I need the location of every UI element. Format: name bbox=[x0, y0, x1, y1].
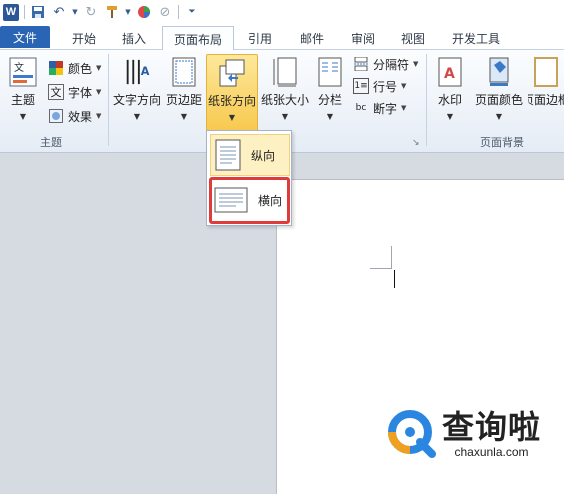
margin-corner-mark bbox=[370, 268, 392, 269]
themes-icon: 文 bbox=[9, 56, 37, 88]
tab-file[interactable]: 文件 bbox=[0, 26, 50, 48]
redo-icon[interactable]: ↻ bbox=[83, 4, 99, 20]
chevron-down-icon: ▼ bbox=[96, 88, 102, 96]
chevron-down-icon: ▼ bbox=[228, 113, 236, 122]
format-painter-icon[interactable] bbox=[104, 4, 120, 20]
ribbon-tabs: 文件 开始 插入 页面布局 引用 邮件 审阅 视图 开发工具 bbox=[0, 24, 564, 51]
margins-button[interactable]: 页边距 ▼ bbox=[164, 54, 204, 121]
page-borders-button[interactable]: 页面边框 bbox=[528, 54, 564, 108]
divider bbox=[178, 5, 179, 19]
hyphenation-button[interactable]: bc 断字 ▼ bbox=[353, 98, 407, 118]
chevron-down-icon: ▼ bbox=[96, 64, 102, 72]
site-watermark: 查询啦 chaxunla.com bbox=[386, 408, 541, 460]
svg-text:A: A bbox=[141, 65, 150, 78]
page-color-button[interactable]: 页面颜色 ▼ bbox=[472, 54, 526, 121]
line-numbers-button[interactable]: 1≡ 行号 ▼ bbox=[353, 76, 406, 96]
quick-access-toolbar: W ↶ ▼ ↻ ▼ ⊘ ⏷ bbox=[0, 0, 564, 24]
tab-mailings[interactable]: 邮件 bbox=[292, 26, 332, 50]
divider bbox=[24, 5, 25, 19]
watermark-icon: A bbox=[436, 56, 464, 88]
theme-colors-button[interactable]: 颜色 ▼ bbox=[48, 58, 101, 78]
chevron-down-icon: ▼ bbox=[401, 82, 407, 90]
text-direction-icon: A bbox=[123, 56, 151, 88]
tab-page-layout[interactable]: 页面布局 bbox=[162, 26, 234, 51]
chevron-down-icon: ▼ bbox=[446, 112, 454, 121]
undo-dropdown-icon[interactable]: ▼ bbox=[72, 4, 78, 20]
page-borders-icon bbox=[532, 56, 560, 88]
margin-corner-mark bbox=[391, 246, 392, 268]
chevron-down-icon: ▼ bbox=[326, 112, 334, 121]
group-divider bbox=[108, 54, 109, 146]
page-size-icon bbox=[271, 56, 299, 88]
customize-icon[interactable]: ⏷ bbox=[184, 4, 200, 20]
tab-view[interactable]: 视图 bbox=[393, 26, 433, 50]
group-label-page-background: 页面背景 bbox=[480, 136, 524, 149]
chevron-down-icon: ▼ bbox=[281, 112, 289, 121]
group-label-themes: 主题 bbox=[40, 136, 62, 149]
chevron-down-icon: ▼ bbox=[96, 112, 102, 120]
theme-fonts-button[interactable]: 文 字体 ▼ bbox=[48, 82, 101, 102]
format-painter-dropdown-icon[interactable]: ▼ bbox=[125, 4, 131, 20]
orientation-button[interactable]: 纸张方向 ▼ bbox=[206, 54, 258, 132]
highlight-callout bbox=[209, 177, 290, 224]
tab-developer[interactable]: 开发工具 bbox=[444, 26, 508, 50]
chevron-down-icon: ▼ bbox=[133, 112, 141, 121]
text-direction-button[interactable]: A 文字方向 ▼ bbox=[112, 54, 162, 121]
page-color-icon bbox=[485, 56, 513, 88]
columns-button[interactable]: 分栏 ▼ bbox=[314, 54, 346, 121]
watermark-button[interactable]: A 水印 ▼ bbox=[432, 54, 468, 121]
chevron-down-icon: ▼ bbox=[19, 112, 27, 121]
hyphenation-icon: bc bbox=[355, 103, 367, 113]
clear-format-icon[interactable]: ⊘ bbox=[157, 4, 173, 20]
effects-icon bbox=[48, 108, 64, 124]
undo-icon[interactable]: ↶ bbox=[51, 4, 67, 20]
font-icon: 文 bbox=[48, 84, 64, 100]
size-button[interactable]: 纸张大小 ▼ bbox=[260, 54, 310, 121]
group-divider bbox=[426, 54, 427, 146]
chevron-down-icon: ▼ bbox=[413, 60, 419, 68]
svg-text:文: 文 bbox=[14, 61, 24, 74]
color-icon[interactable] bbox=[136, 4, 152, 20]
breaks-icon bbox=[353, 56, 369, 72]
text-cursor bbox=[394, 270, 395, 288]
columns-icon bbox=[316, 56, 344, 88]
watermark-text: 查询啦 chaxunla.com bbox=[442, 408, 542, 459]
line-numbers-icon: 1≡ bbox=[353, 78, 369, 94]
svg-text:A: A bbox=[444, 66, 455, 82]
chevron-down-icon: ▼ bbox=[401, 104, 407, 112]
themes-button[interactable]: 文 主题 ▼ bbox=[6, 54, 40, 121]
page-setup-launcher-icon[interactable]: ↘ bbox=[412, 138, 420, 148]
orientation-option-portrait[interactable]: 纵向 bbox=[210, 134, 290, 176]
chevron-down-icon: ▼ bbox=[180, 112, 188, 121]
chevron-down-icon: ▼ bbox=[495, 112, 503, 121]
margins-icon bbox=[170, 56, 198, 88]
search-q-logo-icon bbox=[388, 410, 436, 458]
tab-insert[interactable]: 插入 bbox=[112, 26, 156, 50]
word-logo-icon[interactable]: W bbox=[3, 3, 19, 21]
color-palette-icon bbox=[48, 60, 64, 76]
orientation-icon bbox=[218, 57, 246, 89]
save-icon[interactable] bbox=[30, 4, 46, 20]
tab-review[interactable]: 审阅 bbox=[343, 26, 383, 50]
portrait-page-icon bbox=[215, 139, 241, 171]
tab-references[interactable]: 引用 bbox=[240, 26, 280, 50]
tab-home[interactable]: 开始 bbox=[62, 26, 106, 50]
breaks-button[interactable]: 分隔符 ▼ bbox=[353, 54, 418, 74]
theme-effects-button[interactable]: 效果 ▼ bbox=[48, 106, 101, 126]
